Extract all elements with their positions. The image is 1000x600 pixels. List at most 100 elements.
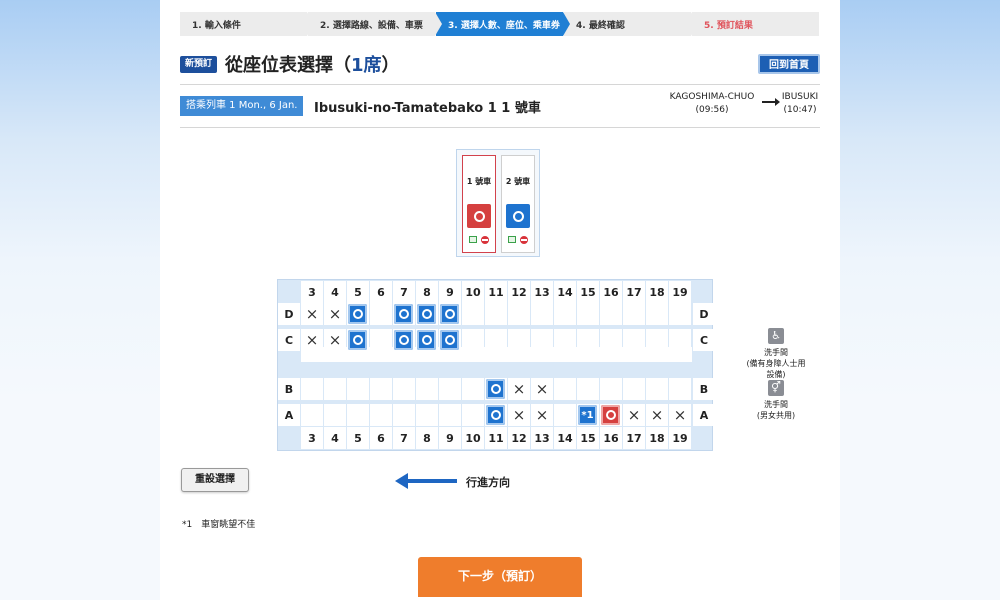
column-number: 16	[600, 427, 622, 449]
empty-area	[669, 303, 691, 325]
origin-station: KAGOSHIMA-CHUO	[669, 92, 755, 102]
facility-sublabel: (男女共用)	[756, 411, 796, 420]
circle-icon	[421, 309, 432, 319]
column-number: 17	[623, 281, 645, 303]
column-number: 6	[370, 281, 392, 303]
empty-area	[554, 404, 576, 426]
available-seat[interactable]	[394, 330, 413, 350]
direction-arrow-icon	[395, 473, 457, 489]
column-number: 3	[301, 281, 323, 303]
column-number: 14	[554, 427, 576, 449]
column-number: 8	[416, 281, 438, 303]
seat-cell	[439, 303, 461, 325]
empty-area	[324, 378, 346, 400]
limited-view-seat[interactable]: *1	[578, 405, 597, 425]
available-seat[interactable]	[440, 330, 459, 350]
car-selector: 1 號車 2 號車	[456, 149, 540, 257]
empty-area	[416, 404, 438, 426]
empty-area	[646, 378, 668, 400]
seat-cell	[416, 303, 438, 325]
empty-area	[531, 329, 553, 351]
empty-area	[508, 329, 530, 351]
available-seat[interactable]	[417, 304, 436, 324]
home-button[interactable]: 回到首頁	[758, 54, 820, 74]
seat-cell	[439, 329, 461, 351]
column-number: 9	[439, 427, 461, 449]
available-seat[interactable]	[348, 304, 367, 324]
seat-cell	[485, 378, 507, 400]
empty-area	[623, 378, 645, 400]
reset-selection-button[interactable]: 重設選擇	[181, 468, 249, 492]
column-number: 19	[669, 281, 691, 303]
empty-area	[646, 329, 668, 351]
car-label: 1 號車	[466, 177, 492, 186]
unavailable-seat-icon	[623, 404, 645, 426]
divider	[180, 84, 820, 85]
empty-area	[623, 329, 645, 351]
circle-icon	[512, 210, 524, 222]
column-number: 10	[462, 427, 484, 449]
car-label: 2 號車	[505, 177, 531, 186]
car-1[interactable]: 1 號車	[462, 155, 496, 253]
column-number: 11	[485, 281, 507, 303]
unavailable-seat-icon	[508, 404, 530, 426]
column-number: 13	[531, 427, 553, 449]
column-number: 17	[623, 427, 645, 449]
column-number: 7	[393, 427, 415, 449]
footnote: *1 車窗眺望不佳	[182, 517, 255, 530]
unavailable-seat-icon	[324, 329, 346, 351]
route-origin: KAGOSHIMA-CHUO (09:56)	[660, 91, 764, 117]
column-number: 15	[577, 427, 599, 449]
available-seat[interactable]	[348, 330, 367, 350]
page-title: 從座位表選擇（1席）	[225, 51, 400, 77]
destination-station: IBUSUKI	[781, 92, 819, 102]
available-seat[interactable]	[486, 379, 505, 399]
empty-area	[508, 303, 530, 325]
available-seat[interactable]	[394, 304, 413, 324]
unavailable-seat-icon	[508, 378, 530, 400]
available-seat[interactable]	[440, 304, 459, 324]
column-number: 4	[324, 427, 346, 449]
column-number: 6	[370, 427, 392, 449]
empty-area	[669, 378, 691, 400]
no-entry-icon	[481, 236, 489, 244]
empty-area	[324, 404, 346, 426]
unavailable-seat-icon	[301, 329, 323, 351]
empty-area	[577, 329, 599, 351]
direction-label: 行進方向	[466, 476, 510, 489]
wheelchair-icon: ♿	[768, 328, 784, 344]
train-date-tag: 搭乘列車 1 Mon., 6 Jan.	[180, 96, 304, 116]
origin-time: (09:56)	[695, 105, 729, 115]
available-seat[interactable]	[417, 330, 436, 350]
facility-accessible-restroom: ♿ 洗手間 (備有身障人士用設備)	[746, 328, 806, 380]
available-seat[interactable]	[486, 405, 505, 425]
empty-area	[531, 303, 553, 325]
empty-area	[301, 404, 323, 426]
empty-area	[623, 303, 645, 325]
unavailable-seat-icon	[531, 404, 553, 426]
seat-cell	[393, 329, 415, 351]
column-number: 15	[577, 281, 599, 303]
empty-area	[439, 378, 461, 400]
unavailable-seat-icon	[531, 378, 553, 400]
row-label: B	[278, 378, 300, 400]
unavailable-seat-icon	[669, 404, 691, 426]
unavailable-seat-icon	[301, 303, 323, 325]
facility-label: 洗手間	[764, 400, 788, 409]
car-2[interactable]: 2 號車	[501, 155, 535, 253]
car-icons	[463, 236, 495, 244]
facility-restroom: ⚥ 洗手間 (男女共用)	[746, 380, 806, 421]
car-1-seat-button[interactable]	[467, 204, 491, 228]
seat-type-icon	[508, 236, 516, 243]
seat-cell	[347, 303, 369, 325]
next-step-button[interactable]: 下一步（預訂）	[418, 557, 582, 597]
car-2-seat-button[interactable]	[506, 204, 530, 228]
column-number: 14	[554, 281, 576, 303]
empty-area	[462, 329, 484, 351]
selected-seat[interactable]	[601, 405, 620, 425]
route-arrow-icon	[762, 98, 780, 106]
column-number: 18	[646, 281, 668, 303]
circle-icon	[473, 210, 485, 222]
seat-type-icon	[469, 236, 477, 243]
unavailable-seat-icon	[646, 404, 668, 426]
